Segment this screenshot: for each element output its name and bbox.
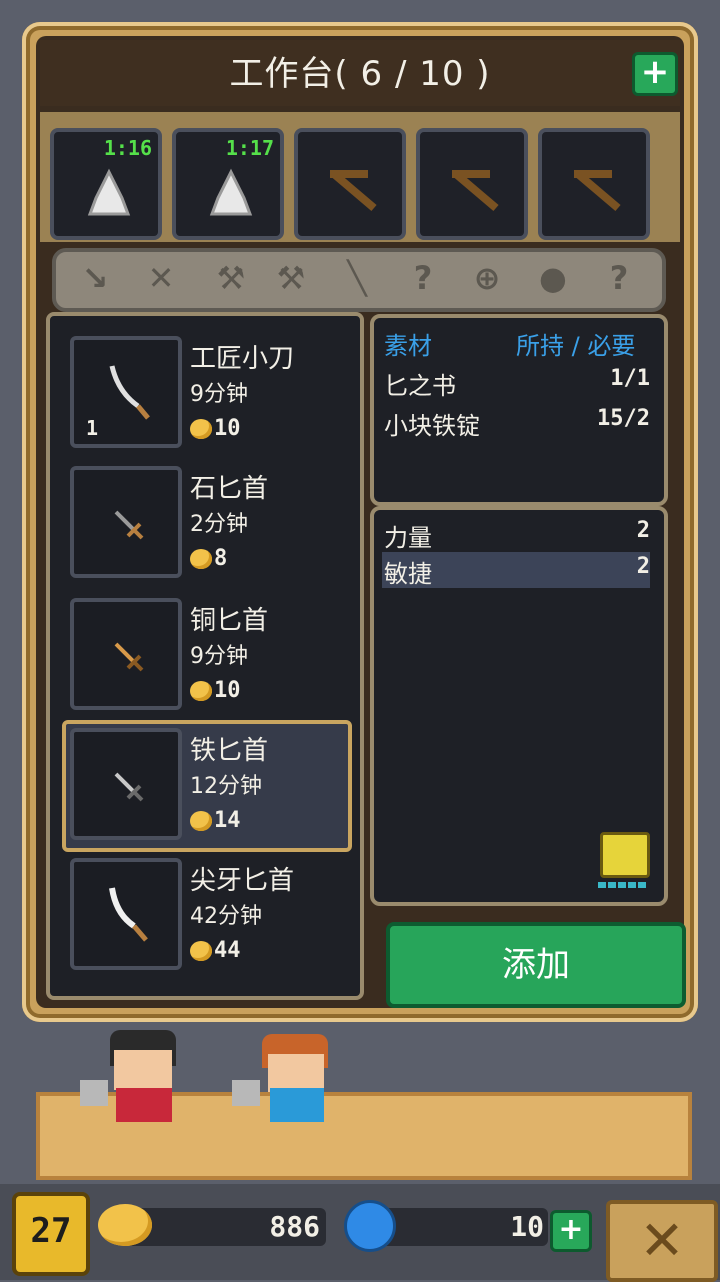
plus-icon: + [558, 1212, 584, 1247]
sword-icon[interactable]: ✕ [136, 256, 186, 300]
recipe-count: 1 [86, 416, 99, 440]
owned-required-header: 所持 / 必要 [516, 332, 636, 360]
page-indicator [598, 882, 646, 888]
queue-slot[interactable]: 1:16 [50, 128, 162, 240]
recipe-item[interactable] [70, 728, 182, 840]
question-icon[interactable]: ? [398, 256, 448, 300]
queue-slot[interactable]: 1:17 [172, 128, 284, 240]
recipe-item[interactable] [70, 858, 182, 970]
recipe-name: 铜匕首 [190, 606, 269, 636]
gem-icon [344, 1200, 396, 1252]
recipe-time: 42分钟 [190, 904, 262, 929]
gold-amount: 886 [269, 1210, 320, 1243]
question-icon[interactable]: ? [594, 256, 644, 300]
gold-coin-icon [98, 1204, 152, 1246]
worker-face [114, 1050, 172, 1090]
hammer-icon[interactable]: ⚒ [266, 256, 316, 300]
recipe-cost: 10 [190, 416, 241, 441]
close-button[interactable]: ✕ [606, 1200, 718, 1282]
cloth-icon [87, 168, 131, 216]
recipe-cost: 8 [190, 546, 227, 571]
crossbow-icon [452, 170, 499, 212]
recipe-cost: 44 [190, 938, 241, 963]
plus-icon: + [640, 52, 670, 92]
knife-icon [109, 365, 150, 420]
pot-icon[interactable]: ● [528, 256, 578, 300]
slot-timer: 1:16 [103, 136, 152, 160]
coin-icon [190, 941, 212, 961]
worker-face [268, 1054, 324, 1092]
stat-value: 2 [636, 518, 650, 543]
expand-slots-button[interactable]: + [632, 52, 678, 96]
recipe-name: 铁匕首 [190, 736, 269, 766]
hammer-icon [232, 1080, 260, 1106]
queue-slot[interactable] [294, 128, 406, 240]
recipe-name: 石匕首 [190, 474, 269, 504]
material-count: 15/2 [597, 406, 650, 431]
recipe-time: 9分钟 [190, 382, 248, 407]
recipe-name: 工匠小刀 [190, 344, 295, 374]
recipe-item[interactable]: 1 [70, 336, 182, 448]
stat-name: 力量 [384, 524, 432, 552]
recipe-cost: 10 [190, 678, 241, 703]
dagger-icon [114, 510, 144, 540]
queue-slot[interactable] [416, 128, 528, 240]
recipe-item[interactable] [70, 466, 182, 578]
slot-timer: 1:17 [225, 136, 274, 160]
worker-body [116, 1088, 172, 1122]
coin-icon [190, 681, 212, 701]
add-button[interactable]: 添加 [386, 922, 686, 1008]
material-count: 1/1 [610, 366, 650, 391]
level-badge[interactable]: 27 [12, 1192, 90, 1276]
axe-icon[interactable]: ⚒ [206, 256, 256, 300]
dagger-icon [114, 642, 144, 672]
crossbow-icon [574, 170, 621, 212]
fang-dagger-icon [109, 887, 148, 942]
coin-icon [190, 811, 212, 831]
gem-amount: 10 [510, 1210, 544, 1243]
cloth-icon [209, 168, 253, 216]
dagger-icon [114, 772, 144, 802]
coin-icon [190, 549, 212, 569]
recipe-time: 2分钟 [190, 512, 248, 537]
hammer-icon [80, 1080, 108, 1106]
book-icon[interactable] [600, 832, 650, 878]
recipe-time: 12分钟 [190, 774, 262, 799]
recipe-time: 9分钟 [190, 644, 248, 669]
recipe-item[interactable] [70, 598, 182, 710]
bow-icon[interactable]: ⊕ [462, 256, 512, 300]
recipe-cost: 14 [190, 808, 241, 833]
queue-slot[interactable] [538, 128, 650, 240]
stat-name: 敏捷 [384, 560, 432, 588]
buy-gems-button[interactable]: + [550, 1210, 592, 1252]
stat-value: 2 [636, 554, 650, 579]
recipe-name: 尖牙匕首 [190, 866, 295, 896]
coin-icon [190, 419, 212, 439]
crossbow-icon [330, 170, 377, 212]
page-title: 工作台( 6 / 10 ) [229, 54, 491, 94]
close-icon: ✕ [639, 1209, 685, 1272]
staff-icon[interactable]: ╲ [332, 256, 382, 300]
material-name: 匕之书 [384, 372, 456, 400]
worker-body [270, 1088, 324, 1122]
dagger-icon[interactable]: ↘ [70, 256, 120, 300]
materials-header: 素材 [384, 332, 432, 360]
material-name: 小块铁锭 [384, 412, 480, 440]
